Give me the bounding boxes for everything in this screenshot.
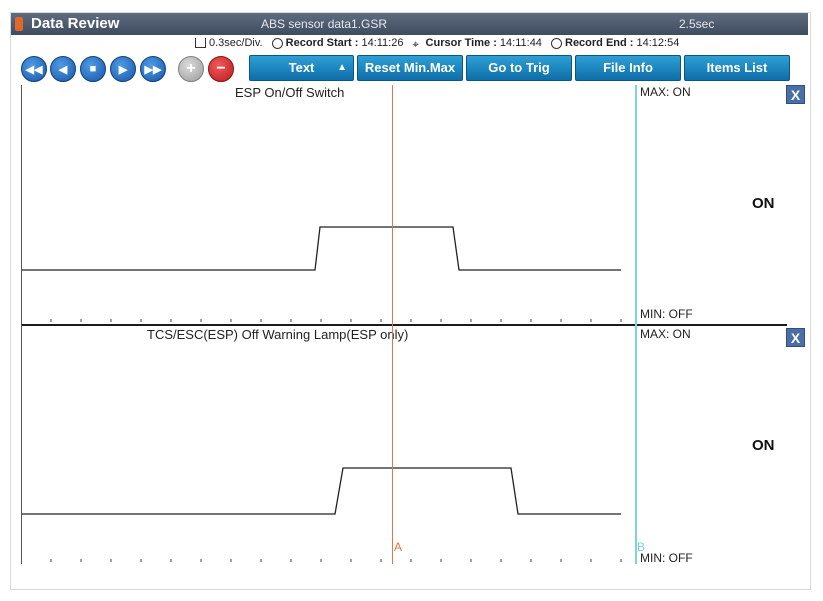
title-bar: Data Review ABS sensor data1.GSR 2.5sec [11, 13, 808, 35]
zoom-in-icon[interactable]: + [178, 56, 204, 82]
reset-min-max-button[interactable]: Reset Min.Max [357, 55, 463, 81]
rewind-icon[interactable]: ◀◀ [21, 56, 47, 82]
current-value: ON [752, 195, 775, 212]
duration-label: 2.5sec [679, 17, 715, 31]
left-axis [21, 85, 22, 564]
file-info-button[interactable]: File Info [575, 55, 681, 81]
record-end-value: 14:12:54 [636, 37, 680, 50]
items-list-button[interactable]: Items List [684, 55, 790, 81]
fast-forward-icon[interactable]: ▶▶ [140, 56, 166, 82]
division-value: 0.3sec/Div. [209, 37, 263, 50]
signal-graph [21, 467, 622, 562]
stop-icon[interactable]: ■ [80, 56, 106, 82]
cursor-time-value: 14:11:44 [499, 37, 542, 50]
graph-panel[interactable]: TCS/ESC(ESP) Off Warning Lamp(ESP only) … [21, 326, 808, 564]
clock-icon [271, 37, 283, 49]
text-select[interactable]: Text ▲ [249, 55, 354, 81]
text-select-value: Text [288, 60, 315, 75]
record-start-label: Record Start : [285, 37, 359, 49]
play-icon[interactable]: ▶ [110, 56, 136, 82]
cursor-b-label: B [637, 540, 646, 554]
panel-title: ESP On/Off Switch [235, 85, 345, 100]
signal-trace [21, 226, 621, 271]
time-ticks [50, 559, 622, 562]
signal-graph [21, 226, 622, 322]
select-arrows-icon: ▲ [337, 62, 347, 73]
division-icon [195, 38, 206, 49]
window-title: Data Review [31, 15, 120, 32]
close-icon[interactable]: X [786, 85, 805, 104]
max-label: MAX: ON [640, 85, 691, 99]
cursor-b-line[interactable] [635, 85, 637, 564]
go-to-trig-button[interactable]: Go to Trig [466, 55, 572, 81]
app-icon [15, 17, 23, 31]
record-end-label: Record End : [565, 37, 634, 49]
cursor-a-line[interactable] [392, 85, 393, 564]
clock-icon [551, 37, 562, 49]
panel-title: TCS/ESC(ESP) Off Warning Lamp(ESP only) [147, 327, 409, 342]
min-label: MIN: OFF [640, 307, 693, 321]
crosshair-icon: ⌖ [412, 38, 419, 51]
info-bar: 0.3sec/Div. Record Start : 14:11:26 ⌖ Cur… [189, 37, 679, 53]
file-name: ABS sensor data1.GSR [261, 17, 388, 31]
zoom-out-icon[interactable]: − [208, 56, 234, 82]
current-value: ON [752, 437, 775, 454]
close-icon[interactable]: X [786, 328, 805, 347]
graph-panel[interactable]: ESP On/Off Switch MAX: ON MIN: OFF ON X [21, 85, 808, 324]
record-start-value: 14:11:26 [361, 37, 404, 50]
time-ticks [50, 319, 622, 322]
max-label: MAX: ON [640, 327, 691, 341]
signal-trace [21, 467, 621, 515]
cursor-time-label: Cursor Time : [425, 37, 497, 49]
step-back-icon[interactable]: ◀ [50, 56, 76, 82]
cursor-a-label: A [394, 540, 403, 554]
min-label: MIN: OFF [640, 551, 693, 564]
